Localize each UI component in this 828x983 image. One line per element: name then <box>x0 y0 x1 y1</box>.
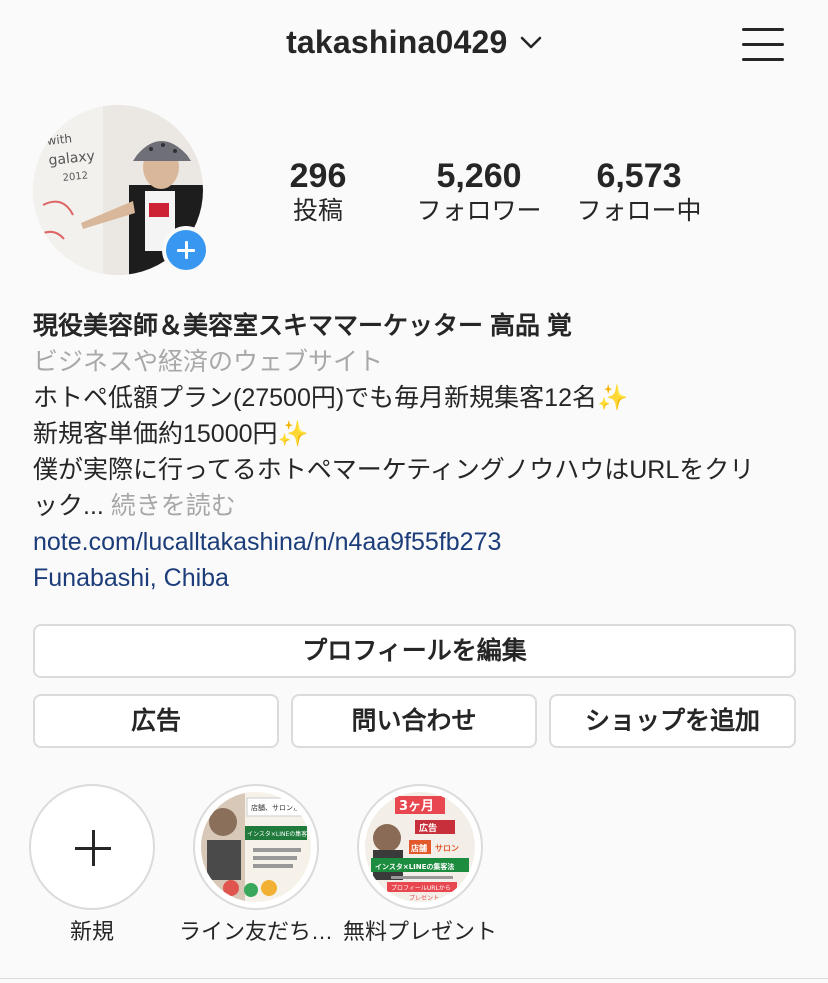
highlight-cover: 店舗、サロンが インスタ×LINEの集客方法 <box>201 792 311 902</box>
highlight-cover: 3ヶ月 広告 店舗 サロン インスタ×LINEの集客法 プロフィールURLから … <box>365 792 475 902</box>
highlight-label: 無料プレゼント <box>342 919 497 944</box>
profile-category: ビジネスや経済のウェブサイト <box>33 348 384 376</box>
stat-posts[interactable]: 296 投稿 <box>270 157 366 227</box>
highlight-label: 新規 <box>69 919 114 944</box>
profile-name: 現役美容師＆美容室スキママーケッター 高品 覚 <box>33 312 572 340</box>
highlight-circle[interactable]: 店舗、サロンが インスタ×LINEの集客方法 <box>193 784 319 910</box>
add-shop-button[interactable]: ショップを追加 <box>549 694 796 748</box>
svg-text:インスタ×LINEの集客法: インスタ×LINEの集客法 <box>375 862 454 871</box>
svg-text:店舗: 店舗 <box>411 843 427 853</box>
svg-text:プロフィールURLから: プロフィールURLから <box>391 885 451 892</box>
bio-line-2: 新規客単価約15000円✨ <box>33 420 309 448</box>
svg-text:インスタ×LINEの集客方法: インスタ×LINEの集客方法 <box>247 830 311 838</box>
highlight-line-friends[interactable]: 店舗、サロンが インスタ×LINEの集客方法 ライン友だち… <box>176 784 336 946</box>
username[interactable]: takashina0429 <box>286 24 507 60</box>
bio-line-1: ホトペ低額プラン(27500円)でも毎月新規集客12名✨ <box>33 384 629 412</box>
bio-website-link[interactable]: note.com/lucalltakashina/n/n4aa9f55fb273 <box>33 524 803 560</box>
highlight-circle[interactable]: 3ヶ月 広告 店舗 サロン インスタ×LINEの集客法 プロフィールURLから … <box>357 784 483 910</box>
contact-button[interactable]: 問い合わせ <box>291 694 537 748</box>
svg-text:3ヶ月: 3ヶ月 <box>399 799 434 814</box>
read-more-link[interactable]: 続きを読む <box>111 492 236 520</box>
posts-count: 296 <box>289 157 347 195</box>
ads-button[interactable]: 広告 <box>33 694 279 748</box>
following-count: 6,573 <box>596 157 682 195</box>
highlight-label: ライン友だち… <box>178 919 333 944</box>
stat-following[interactable]: 6,573 フォロー中 <box>568 157 710 227</box>
svg-text:プレゼント: プレゼント <box>409 894 439 902</box>
svg-text:with: with <box>46 131 73 148</box>
stat-followers[interactable]: 5,260 フォロワー <box>408 157 550 227</box>
sparkles-icon: ✨ <box>596 384 629 412</box>
following-label: フォロー中 <box>576 197 702 225</box>
highlight-new[interactable]: 新規 <box>12 784 172 946</box>
followers-count: 5,260 <box>436 157 522 195</box>
bio-line-3: 僕が実際に行ってるホトペマーケティングノウハウはURLをクリ <box>33 456 755 484</box>
svg-text:店舗、サロンが: 店舗、サロンが <box>251 803 300 812</box>
chevron-down-icon[interactable] <box>520 36 542 50</box>
followers-label: フォロワー <box>416 197 542 225</box>
posts-label: 投稿 <box>292 197 343 225</box>
profile-bio: 現役美容師＆美容室スキママーケッター 高品 覚 ビジネスや経済のウェブサイト ホ… <box>33 308 803 596</box>
svg-text:広告: 広告 <box>419 822 437 834</box>
username-switcher[interactable]: takashina0429 <box>0 24 828 61</box>
svg-text:サロン: サロン <box>435 844 459 853</box>
add-story-button[interactable] <box>162 226 210 274</box>
profile-header: takashina0429 <box>0 0 828 88</box>
divider <box>0 978 828 979</box>
bio-location-link[interactable]: Funabashi, Chiba <box>33 560 803 596</box>
edit-profile-button[interactable]: プロフィールを編集 <box>33 624 796 678</box>
bio-line-4: ック... 続きを読む <box>33 492 236 520</box>
new-highlight-circle[interactable] <box>29 784 155 910</box>
plus-icon <box>166 230 206 270</box>
hamburger-menu-icon[interactable] <box>742 26 784 62</box>
highlight-free-present[interactable]: 3ヶ月 広告 店舗 サロン インスタ×LINEの集客法 プロフィールURLから … <box>340 784 500 946</box>
sparkles-icon: ✨ <box>277 420 309 448</box>
